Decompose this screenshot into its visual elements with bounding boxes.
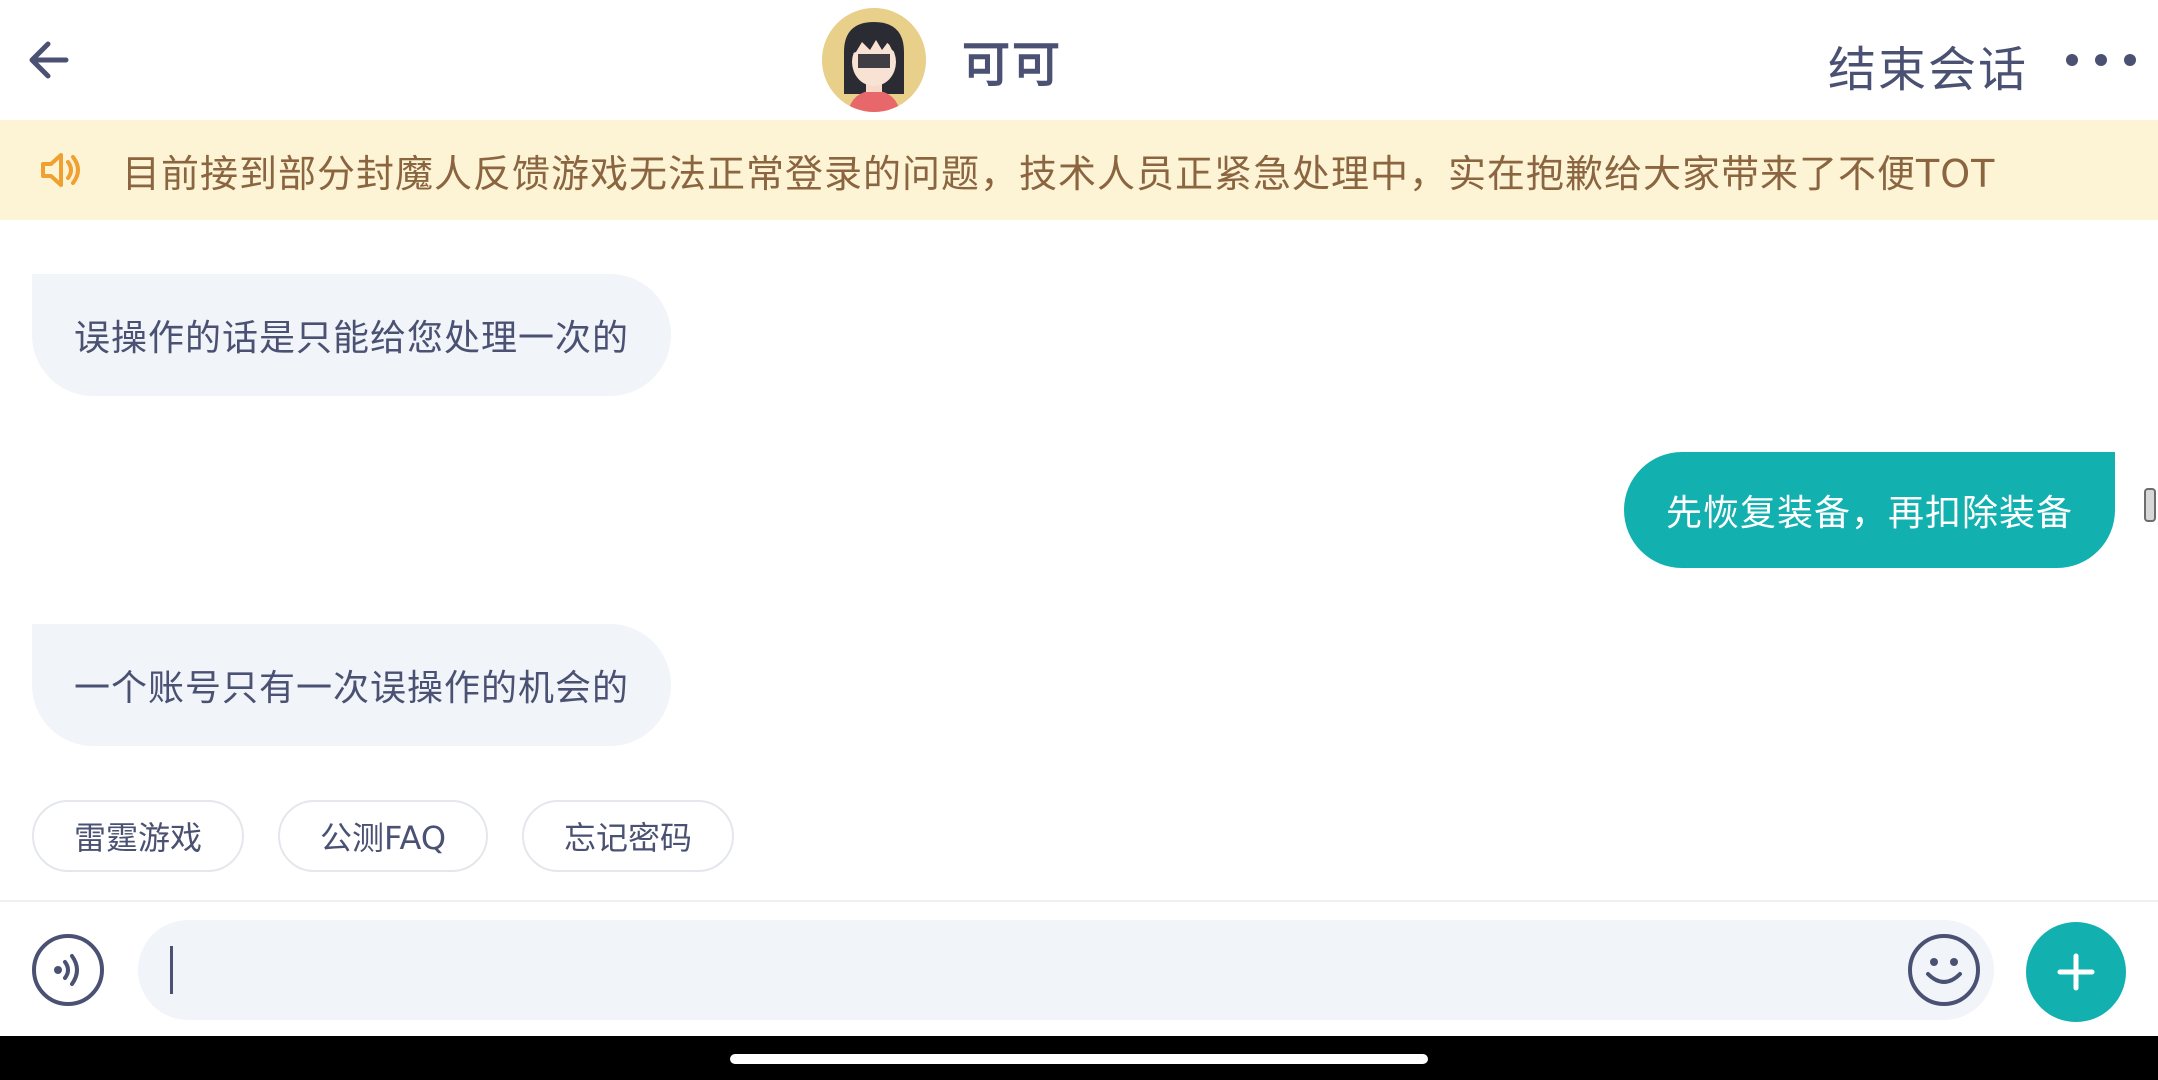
plus-button[interactable] bbox=[2026, 922, 2126, 1022]
text-caret bbox=[170, 946, 173, 994]
quick-reply-chip[interactable]: 忘记密码 bbox=[522, 800, 735, 872]
arrow-left-icon bbox=[29, 41, 69, 79]
more-dots-icon bbox=[2066, 54, 2078, 66]
system-nav-bar bbox=[0, 1036, 2158, 1080]
more-dots-icon bbox=[2095, 54, 2107, 66]
scroll-handle[interactable] bbox=[2144, 488, 2156, 522]
emoji-button[interactable] bbox=[1908, 934, 1980, 1006]
agent-name: 可可 bbox=[962, 37, 1063, 93]
message-input[interactable] bbox=[138, 920, 1994, 1020]
quick-reply-chip[interactable]: 雷霆游戏 bbox=[32, 800, 245, 872]
notice-text: 目前接到部分封魔人反馈游戏无法正常登录的问题，技术人员正紧急处理中，实在抱歉给大… bbox=[122, 151, 1996, 196]
speaker-icon bbox=[36, 148, 86, 192]
quick-replies: 雷霆游戏 公测FAQ 忘记密码 bbox=[32, 800, 735, 872]
voice-icon bbox=[54, 954, 79, 986]
end-chat-button[interactable]: 结束会话 bbox=[1828, 30, 2028, 100]
emoji-icon bbox=[1926, 958, 1962, 984]
plus-icon bbox=[2057, 953, 2095, 991]
back-button[interactable] bbox=[20, 30, 76, 90]
input-bar bbox=[0, 900, 2158, 1035]
quick-reply-chip[interactable]: 公测FAQ bbox=[278, 800, 489, 872]
agent-info: 可可 bbox=[822, 8, 1062, 112]
agent-message: 误操作的话是只能给您处理一次的 bbox=[32, 274, 672, 396]
more-dots-icon bbox=[2124, 54, 2136, 66]
home-indicator[interactable] bbox=[730, 1054, 1428, 1064]
voice-button[interactable] bbox=[32, 934, 104, 1006]
user-message: 先恢复装备，再扣除装备 bbox=[1624, 452, 2116, 568]
agent-avatar bbox=[822, 8, 926, 112]
more-button[interactable] bbox=[2066, 42, 2136, 78]
chat-header: 可可 结束会话 bbox=[0, 0, 2158, 120]
agent-message: 一个账号只有一次误操作的机会的 bbox=[32, 624, 672, 746]
notice-banner: 目前接到部分封魔人反馈游戏无法正常登录的问题，技术人员正紧急处理中，实在抱歉给大… bbox=[0, 120, 2158, 220]
